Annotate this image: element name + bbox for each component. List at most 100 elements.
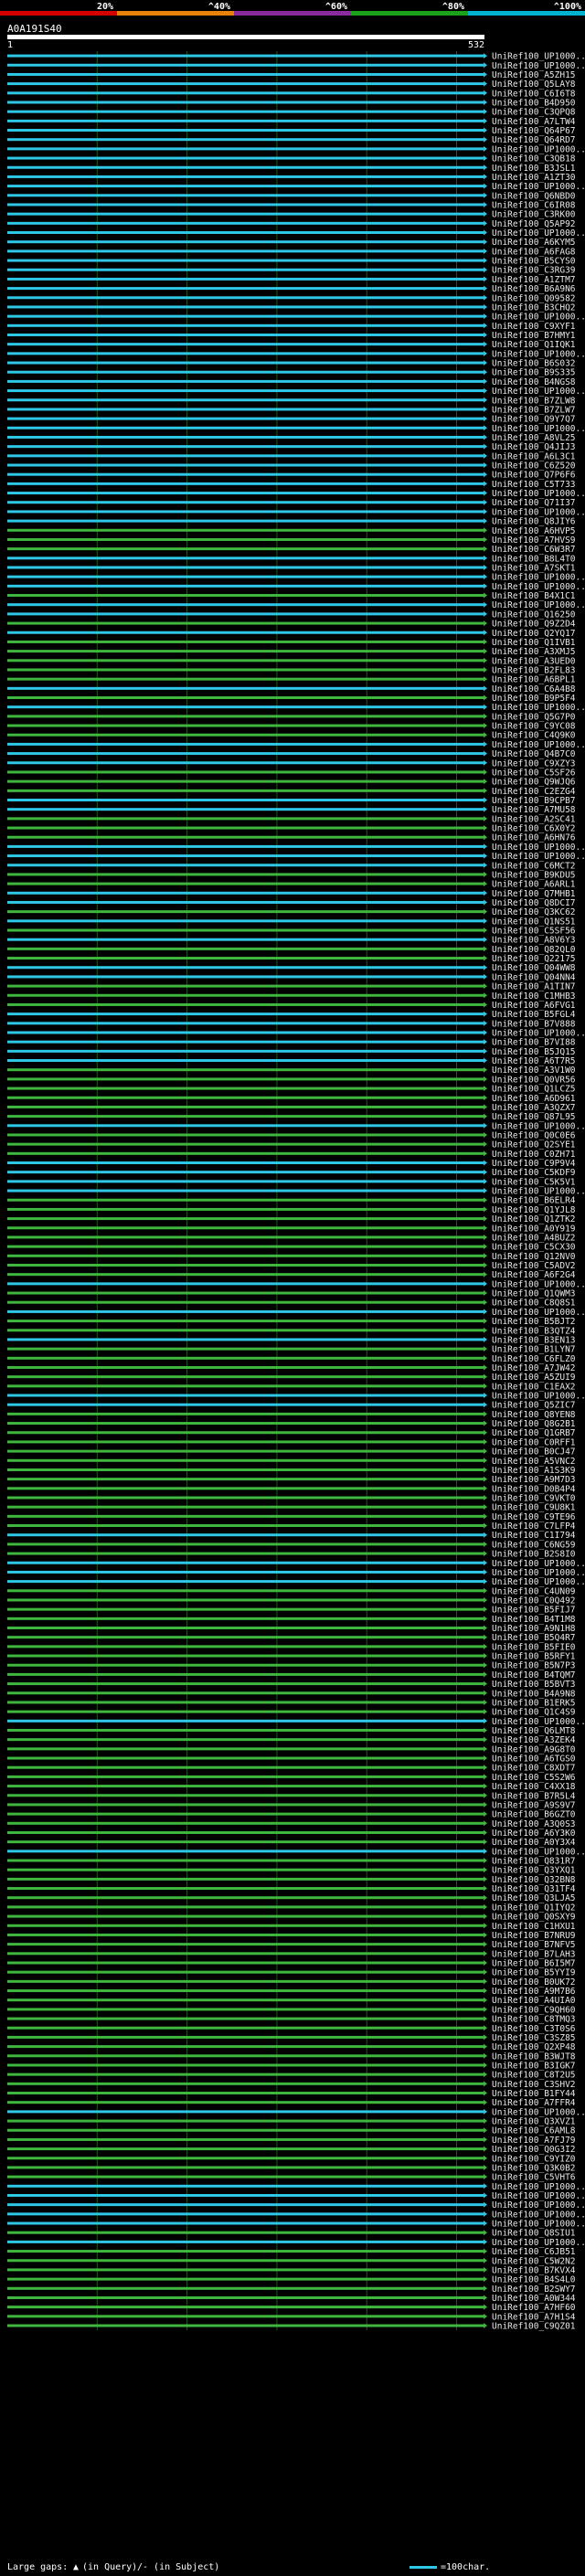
hit-bar[interactable] xyxy=(7,1552,484,1555)
hit-bar[interactable] xyxy=(7,1970,484,1974)
hit-bar[interactable] xyxy=(7,2035,484,2039)
hit-bar[interactable] xyxy=(7,557,484,560)
hit-bar[interactable] xyxy=(7,1087,484,1090)
hit-bar[interactable] xyxy=(7,1589,484,1593)
hit-bar[interactable] xyxy=(7,277,484,281)
hit-bar[interactable] xyxy=(7,742,484,746)
hit-bar[interactable] xyxy=(7,2315,484,2318)
hit-bar[interactable] xyxy=(7,1431,484,1435)
hit-bar[interactable] xyxy=(7,501,484,504)
hit-bar[interactable] xyxy=(7,650,484,653)
hit-bar[interactable] xyxy=(7,1570,484,1574)
hit-bar[interactable] xyxy=(7,1952,484,1956)
hit-bar[interactable] xyxy=(7,165,484,169)
hit-bar[interactable] xyxy=(7,1710,484,1713)
hit-bar[interactable] xyxy=(7,2026,484,2030)
hit-bar[interactable] xyxy=(7,1300,484,1304)
hit-bar[interactable] xyxy=(7,2250,484,2253)
hit-bar[interactable] xyxy=(7,1059,484,1063)
hit-bar[interactable] xyxy=(7,1598,484,1602)
hit-bar[interactable] xyxy=(7,333,484,336)
hit-bar[interactable] xyxy=(7,1180,484,1183)
hit-bar[interactable] xyxy=(7,2054,484,2058)
hit-bar[interactable] xyxy=(7,1672,484,1676)
hit-bar[interactable] xyxy=(7,379,484,383)
hit-bar[interactable] xyxy=(7,314,484,318)
hit-bar[interactable] xyxy=(7,528,484,532)
hit-bar[interactable] xyxy=(7,844,484,848)
hit-bar[interactable] xyxy=(7,1989,484,1993)
hit-bar[interactable] xyxy=(7,873,484,876)
hit-bar[interactable] xyxy=(7,2231,484,2234)
hit-bar[interactable] xyxy=(7,1765,484,1769)
hit-bar[interactable] xyxy=(7,1756,484,1760)
hit-bar[interactable] xyxy=(7,1887,484,1891)
hit-bar[interactable] xyxy=(7,1320,484,1323)
hit-bar[interactable] xyxy=(7,1217,484,1221)
hit-bar[interactable] xyxy=(7,1877,484,1881)
hit-bar[interactable] xyxy=(7,1747,484,1751)
hit-bar[interactable] xyxy=(7,975,484,979)
hit-bar[interactable] xyxy=(7,2110,484,2114)
hit-bar[interactable] xyxy=(7,993,484,997)
hit-bar[interactable] xyxy=(7,343,484,346)
hit-bar[interactable] xyxy=(7,1607,484,1611)
hit-bar[interactable] xyxy=(7,1514,484,1518)
hit-bar[interactable] xyxy=(7,1329,484,1332)
hit-bar[interactable] xyxy=(7,398,484,402)
hit-bar[interactable] xyxy=(7,1478,484,1481)
hit-bar[interactable] xyxy=(7,1496,484,1500)
hit-bar[interactable] xyxy=(7,519,484,523)
hit-bar[interactable] xyxy=(7,2072,484,2076)
hit-bar[interactable] xyxy=(7,1040,484,1044)
hit-bar[interactable] xyxy=(7,2101,484,2104)
hit-bar[interactable] xyxy=(7,1375,484,1379)
hit-bar[interactable] xyxy=(7,389,484,393)
hit-bar[interactable] xyxy=(7,417,484,420)
hit-bar[interactable] xyxy=(7,1701,484,1704)
hit-bar[interactable] xyxy=(7,910,484,914)
hit-bar[interactable] xyxy=(7,1115,484,1118)
hit-bar[interactable] xyxy=(7,603,484,607)
hit-bar[interactable] xyxy=(7,435,484,439)
hit-bar[interactable] xyxy=(7,175,484,178)
hit-bar[interactable] xyxy=(7,1524,484,1528)
hit-bar[interactable] xyxy=(7,1859,484,1862)
hit-bar[interactable] xyxy=(7,296,484,300)
hit-bar[interactable] xyxy=(7,1412,484,1415)
hit-bar[interactable] xyxy=(7,1961,484,1965)
hit-bar[interactable] xyxy=(7,733,484,737)
hit-bar[interactable] xyxy=(7,1830,484,1834)
hit-bar[interactable] xyxy=(7,984,484,988)
hit-bar[interactable] xyxy=(7,2147,484,2151)
hit-bar[interactable] xyxy=(7,463,484,467)
hit-bar[interactable] xyxy=(7,156,484,160)
hit-bar[interactable] xyxy=(7,677,484,681)
hit-bar[interactable] xyxy=(7,1468,484,1471)
hit-bar[interactable] xyxy=(7,1309,484,1313)
hit-bar[interactable] xyxy=(7,1347,484,1351)
hit-bar[interactable] xyxy=(7,2008,484,2011)
hit-bar[interactable] xyxy=(7,1682,484,1686)
hit-bar[interactable] xyxy=(7,770,484,774)
hit-bar[interactable] xyxy=(7,1719,484,1723)
hit-bar[interactable] xyxy=(7,1850,484,1853)
hit-bar[interactable] xyxy=(7,1161,484,1165)
hit-bar[interactable] xyxy=(7,1068,484,1072)
hit-bar[interactable] xyxy=(7,1868,484,1871)
hit-bar[interactable] xyxy=(7,966,484,970)
hit-bar[interactable] xyxy=(7,492,484,495)
hit-bar[interactable] xyxy=(7,1785,484,1788)
hit-bar[interactable] xyxy=(7,2166,484,2169)
hit-bar[interactable] xyxy=(7,1012,484,1016)
hit-bar[interactable] xyxy=(7,1449,484,1453)
hit-bar[interactable] xyxy=(7,1487,484,1490)
hit-bar[interactable] xyxy=(7,947,484,950)
hit-bar[interactable] xyxy=(7,2240,484,2243)
hit-bar[interactable] xyxy=(7,445,484,449)
hit-label[interactable]: UniRef100_C9QZ01 xyxy=(492,2322,576,2332)
hit-bar[interactable] xyxy=(7,147,484,151)
hit-bar[interactable] xyxy=(7,1394,484,1397)
hit-bar[interactable] xyxy=(7,2092,484,2095)
hit-bar[interactable] xyxy=(7,696,484,700)
